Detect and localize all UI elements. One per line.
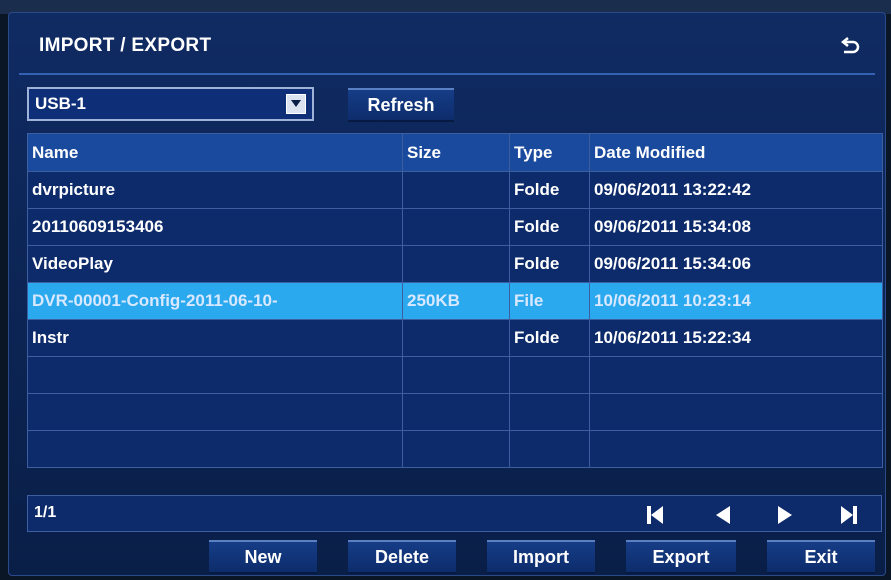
cell-name: VideoPlay <box>27 245 403 283</box>
pagination-bar: 1/1 <box>27 495 882 532</box>
export-button[interactable]: Export <box>626 540 736 574</box>
device-select-value: USB-1 <box>35 94 87 113</box>
cell-size <box>402 208 510 246</box>
column-header-type[interactable]: Type <box>509 133 590 172</box>
next-page-icon[interactable] <box>770 501 800 529</box>
table-row[interactable]: dvrpicture Folde 09/06/2011 13:22:42 <box>27 171 883 209</box>
cell-name: dvrpicture <box>27 171 403 209</box>
column-header-date[interactable]: Date Modified <box>589 133 883 172</box>
cell-date: 09/06/2011 15:34:08 <box>589 208 883 246</box>
cell-type: Folde <box>509 245 590 283</box>
cell-type: Folde <box>509 319 590 357</box>
cell-type: Folde <box>509 208 590 246</box>
cell-size <box>402 430 510 468</box>
cell-type <box>509 356 590 394</box>
cell-size <box>402 319 510 357</box>
cell-type <box>509 393 590 431</box>
cell-name: Instr <box>27 319 403 357</box>
cell-name <box>27 393 403 431</box>
dropdown-arrow-icon[interactable] <box>286 94 306 114</box>
prev-page-icon[interactable] <box>708 501 738 529</box>
refresh-button[interactable]: Refresh <box>348 88 454 122</box>
cell-type <box>509 430 590 468</box>
cell-date: 09/06/2011 15:34:06 <box>589 245 883 283</box>
cell-name <box>27 356 403 394</box>
cell-date: 10/06/2011 15:22:34 <box>589 319 883 357</box>
cell-type: File <box>509 282 590 320</box>
table-row-empty <box>27 356 883 394</box>
table-row-empty <box>27 430 883 468</box>
back-arrow-icon[interactable] <box>837 35 863 61</box>
table-row[interactable]: Instr Folde 10/06/2011 15:22:34 <box>27 319 883 357</box>
cell-date <box>589 393 883 431</box>
device-select[interactable]: USB-1 <box>27 87 314 121</box>
cell-name: DVR-00001-Config-2011-06-10- <box>27 282 403 320</box>
cell-size <box>402 245 510 283</box>
dialog-title: IMPORT / EXPORT <box>39 35 212 56</box>
cell-date: 10/06/2011 10:23:14 <box>589 282 883 320</box>
cell-date <box>589 430 883 468</box>
cell-date: 09/06/2011 13:22:42 <box>589 171 883 209</box>
file-table: Name Size Type Date Modified dvrpicture … <box>27 133 883 468</box>
new-button[interactable]: New <box>209 540 317 574</box>
table-row-selected[interactable]: DVR-00001-Config-2011-06-10- 250KB File … <box>27 282 883 320</box>
table-row[interactable]: 20110609153406 Folde 09/06/2011 15:34:08 <box>27 208 883 246</box>
cell-name <box>27 430 403 468</box>
page-indicator: 1/1 <box>34 504 57 521</box>
table-row[interactable]: VideoPlay Folde 09/06/2011 15:34:06 <box>27 245 883 283</box>
exit-button[interactable]: Exit <box>767 540 875 574</box>
first-page-icon[interactable] <box>640 501 670 529</box>
cell-size <box>402 393 510 431</box>
column-header-name[interactable]: Name <box>27 133 403 172</box>
table-row-empty <box>27 393 883 431</box>
cell-size <box>402 356 510 394</box>
cell-name: 20110609153406 <box>27 208 403 246</box>
table-header-row: Name Size Type Date Modified <box>27 133 883 172</box>
cell-type: Folde <box>509 171 590 209</box>
last-page-icon[interactable] <box>834 501 864 529</box>
title-divider <box>19 73 875 75</box>
cell-size <box>402 171 510 209</box>
cell-size: 250KB <box>402 282 510 320</box>
cell-date <box>589 356 883 394</box>
import-button[interactable]: Import <box>487 540 595 574</box>
column-header-size[interactable]: Size <box>402 133 510 172</box>
delete-button[interactable]: Delete <box>348 540 456 574</box>
import-export-dialog: IMPORT / EXPORT USB-1 Refresh Name Size … <box>8 12 886 576</box>
